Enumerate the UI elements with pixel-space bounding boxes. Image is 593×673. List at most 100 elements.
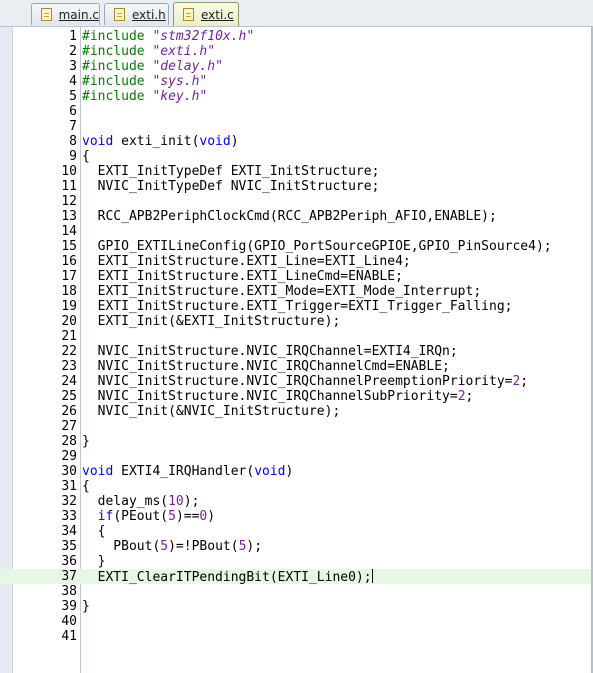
code-line[interactable]: 27 — [0, 419, 593, 434]
code-token: 10 — [168, 494, 184, 509]
code-line[interactable]: 38 — [0, 584, 593, 599]
code-line[interactable]: 36 } — [0, 554, 593, 569]
code-line[interactable]: 17 EXTI_InitStructure.EXTI_LineCmd=ENABL… — [0, 269, 593, 284]
code-line[interactable]: 6 — [0, 104, 593, 119]
code-line[interactable]: 31 { — [0, 479, 593, 494]
code-text[interactable]: NVIC_InitTypeDef NVIC_InitStructure; — [82, 179, 380, 194]
code-line[interactable]: 33 if(PEout(5)==0) — [0, 509, 593, 524]
line-number: 28 — [61, 434, 77, 449]
code-text[interactable]: EXTI_InitStructure.EXTI_Mode=EXTI_Mode_I… — [82, 284, 482, 299]
code-line[interactable]: 35 PBout(5)=!PBout(5); — [0, 539, 593, 554]
code-line[interactable]: 28} — [0, 434, 593, 449]
code-text[interactable]: NVIC_Init(&NVIC_InitStructure); — [82, 404, 341, 419]
code-line[interactable]: 21 — [0, 329, 593, 344]
code-line[interactable]: 22 NVIC_InitStructure.NVIC_IRQChannel=EX… — [0, 344, 593, 359]
code-line[interactable]: 16 EXTI_InitStructure.EXTI_Line=EXTI_Lin… — [0, 254, 593, 269]
line-number: 6 — [69, 104, 77, 119]
tab-exti-c[interactable]: exti.c — [173, 2, 239, 26]
code-token: if — [97, 509, 114, 524]
code-line[interactable]: 25 NVIC_InitStructure.NVIC_IRQChannelSub… — [0, 389, 593, 404]
code-text[interactable]: } — [82, 599, 90, 614]
code-line[interactable]: 34 { — [0, 524, 593, 539]
code-text[interactable]: RCC_APB2PeriphClockCmd(RCC_APB2Periph_AF… — [82, 209, 497, 224]
code-token: NVIC_Init(&NVIC_InitStructure); — [82, 404, 341, 419]
code-text[interactable]: #include "sys.h" — [82, 74, 207, 89]
code-text[interactable]: void EXTI4_IRQHandler(void) — [82, 464, 293, 479]
code-text[interactable]: PBout(5)=!PBout(5); — [82, 539, 262, 554]
line-number: 37 — [61, 569, 77, 584]
code-line[interactable]: 12 — [0, 194, 593, 209]
code-text[interactable]: #include "key.h" — [82, 89, 207, 104]
code-line[interactable]: 29 — [0, 449, 593, 464]
code-line[interactable]: 32 delay_ms(10); — [0, 494, 593, 509]
code-text[interactable]: EXTI_ClearITPendingBit(EXTI_Line0); — [82, 569, 373, 585]
code-line[interactable]: 30 void EXTI4_IRQHandler(void) — [0, 464, 593, 479]
code-line[interactable]: 39} — [0, 599, 593, 614]
line-number: 30 — [61, 464, 77, 479]
code-text[interactable]: NVIC_InitStructure.NVIC_IRQChannelSubPri… — [82, 389, 474, 404]
code-line[interactable]: 9{ — [0, 149, 593, 164]
code-line[interactable]: 18 EXTI_InitStructure.EXTI_Mode=EXTI_Mod… — [0, 284, 593, 299]
code-text[interactable]: { — [82, 479, 90, 494]
code-text[interactable]: EXTI_InitStructure.EXTI_Trigger=EXTI_Tri… — [82, 299, 513, 314]
code-line[interactable]: 23 NVIC_InitStructure.NVIC_IRQChannelCmd… — [0, 359, 593, 374]
tab-exti-h[interactable]: exti.h — [104, 3, 169, 25]
code-line[interactable]: 11 NVIC_InitTypeDef NVIC_InitStructure; — [0, 179, 593, 194]
code-line[interactable]: 37 EXTI_ClearITPendingBit(EXTI_Line0); — [0, 569, 593, 585]
code-text[interactable]: EXTI_InitStructure.EXTI_LineCmd=ENABLE; — [82, 269, 403, 284]
code-text[interactable]: EXTI_InitTypeDef EXTI_InitStructure; — [82, 164, 380, 179]
code-lines[interactable]: 1 #include "stm32f10x.h" 2 #include "exti.h… — [0, 29, 593, 644]
code-line[interactable]: 20 EXTI_Init(&EXTI_InitStructure); — [0, 314, 593, 329]
line-number: 32 — [61, 494, 77, 509]
line-number: 34 — [61, 524, 77, 539]
code-text[interactable]: #include "exti.h" — [82, 44, 215, 59]
code-line[interactable]: 3 #include "delay.h" — [0, 59, 593, 74]
code-line[interactable]: 4 #include "sys.h" — [0, 74, 593, 89]
code-line[interactable]: 14 — [0, 224, 593, 239]
code-line[interactable]: 40 — [0, 614, 593, 629]
code-token: ; — [520, 374, 529, 389]
code-line[interactable]: 5 #include "key.h" — [0, 89, 593, 104]
code-text[interactable]: #include "stm32f10x.h" — [82, 29, 254, 44]
code-token: EXTI_InitStructure.EXTI_Mode=EXTI_Mode_I… — [82, 284, 482, 299]
code-line[interactable]: 10 EXTI_InitTypeDef EXTI_InitStructure; — [0, 164, 593, 179]
line-number: 35 — [61, 539, 77, 554]
code-text[interactable]: EXTI_InitStructure.EXTI_Line=EXTI_Line4; — [82, 254, 411, 269]
tab-main-c[interactable]: main.c — [31, 3, 100, 25]
code-line[interactable]: 13 RCC_APB2PeriphClockCmd(RCC_APB2Periph… — [0, 209, 593, 224]
code-token: #include — [82, 74, 153, 89]
code-text[interactable]: if(PEout(5)==0) — [82, 509, 215, 524]
code-text[interactable]: } — [82, 554, 106, 569]
code-token: ; — [465, 389, 474, 404]
code-text[interactable]: { — [82, 149, 90, 164]
code-line[interactable]: 8 void exti_init(void) — [0, 134, 593, 149]
code-editor[interactable]: 1 #include "stm32f10x.h" 2 #include "exti.h… — [0, 27, 593, 673]
code-text[interactable]: void exti_init(void) — [82, 134, 239, 149]
code-text[interactable]: NVIC_InitStructure.NVIC_IRQChannelCmd=EN… — [82, 359, 450, 374]
code-token: } — [82, 554, 106, 569]
line-number: 23 — [61, 359, 77, 374]
code-token: NVIC_InitStructure.NVIC_IRQChannelSubPri… — [82, 389, 458, 404]
line-number: 3 — [69, 59, 77, 74]
code-line[interactable]: 15 GPIO_EXTILineConfig(GPIO_PortSourceGP… — [0, 239, 593, 254]
code-line[interactable]: 7 — [0, 119, 593, 134]
code-line[interactable]: 1 #include "stm32f10x.h" — [0, 29, 593, 44]
code-text[interactable]: NVIC_InitStructure.NVIC_IRQChannelPreemp… — [82, 374, 528, 389]
code-text[interactable]: GPIO_EXTILineConfig(GPIO_PortSourceGPIOE… — [82, 239, 552, 254]
code-token: { — [82, 479, 90, 494]
code-line[interactable]: 26 NVIC_Init(&NVIC_InitStructure); — [0, 404, 593, 419]
tab-label: main.c — [58, 7, 99, 22]
code-line[interactable]: 24 NVIC_InitStructure.NVIC_IRQChannelPre… — [0, 374, 593, 389]
code-text[interactable]: #include "delay.h" — [82, 59, 223, 74]
code-text[interactable]: } — [82, 434, 90, 449]
code-text[interactable]: EXTI_Init(&EXTI_InitStructure); — [82, 314, 341, 329]
code-line[interactable]: 2 #include "exti.h" — [0, 44, 593, 59]
code-token: #include — [82, 29, 153, 44]
code-text[interactable]: NVIC_InitStructure.NVIC_IRQChannel=EXTI4… — [82, 344, 458, 359]
code-line[interactable]: 19 EXTI_InitStructure.EXTI_Trigger=EXTI_… — [0, 299, 593, 314]
code-text[interactable]: { — [82, 524, 106, 539]
code-line[interactable]: 41 — [0, 629, 593, 644]
code-text[interactable]: delay_ms(10); — [82, 494, 200, 509]
line-number: 16 — [61, 254, 77, 269]
